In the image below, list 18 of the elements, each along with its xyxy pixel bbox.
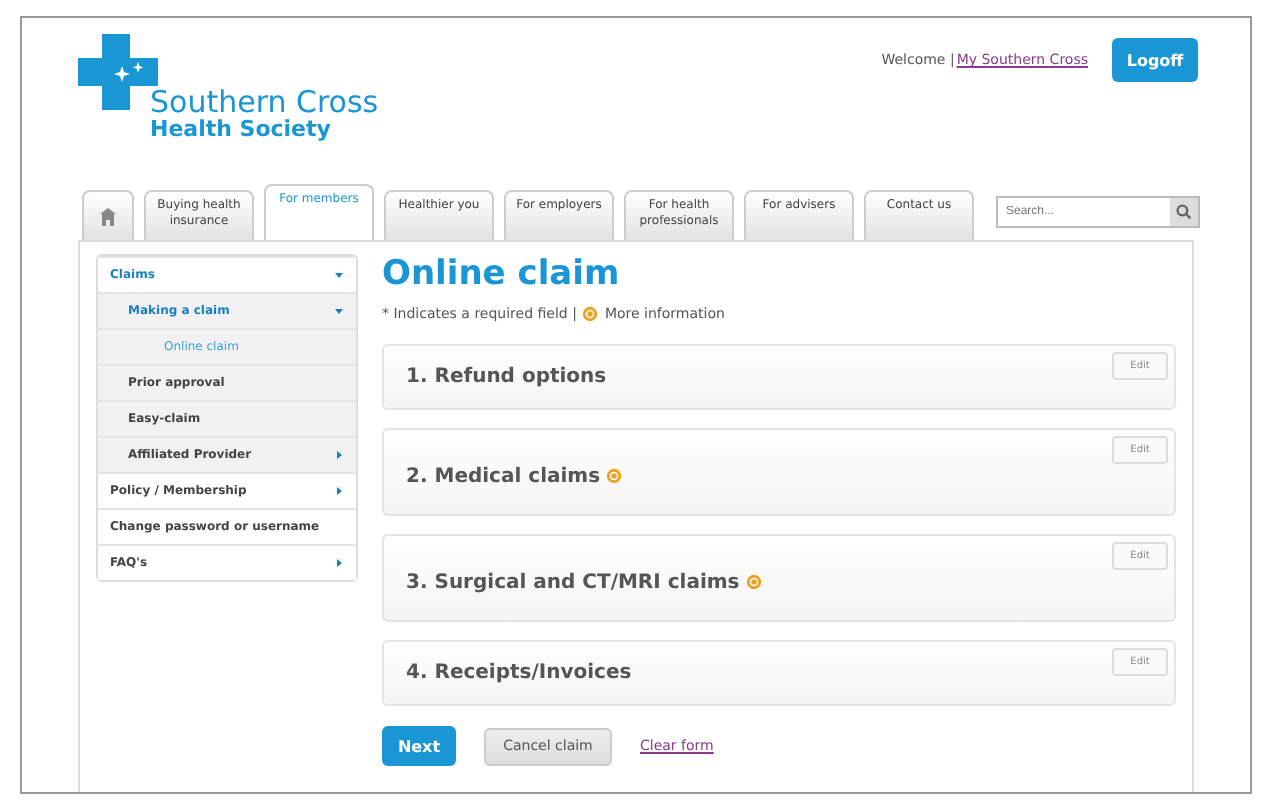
page-title: Online claim [382,254,622,294]
section-title: 1. Refund options [406,366,607,388]
info-icon [745,574,762,590]
section-title: 3. Surgical and CT/MRI claims [406,571,740,593]
info-icon [582,306,599,322]
home-icon [100,208,116,226]
info-icon [606,468,623,484]
caret-right-icon [334,486,344,496]
search-icon[interactable] [1176,204,1192,220]
caret-right-icon [334,450,344,460]
section-title: 4. Receipts/Invoices [406,662,632,684]
logo-subtitle: Health Society [150,118,333,142]
caret-right-icon [334,558,344,568]
caret-down-icon [334,270,344,280]
logo-text: Southern Cross [150,86,379,118]
home-tab[interactable] [82,190,134,240]
section-title: 2. Medical claims [406,465,601,487]
caret-down-icon [334,306,344,316]
